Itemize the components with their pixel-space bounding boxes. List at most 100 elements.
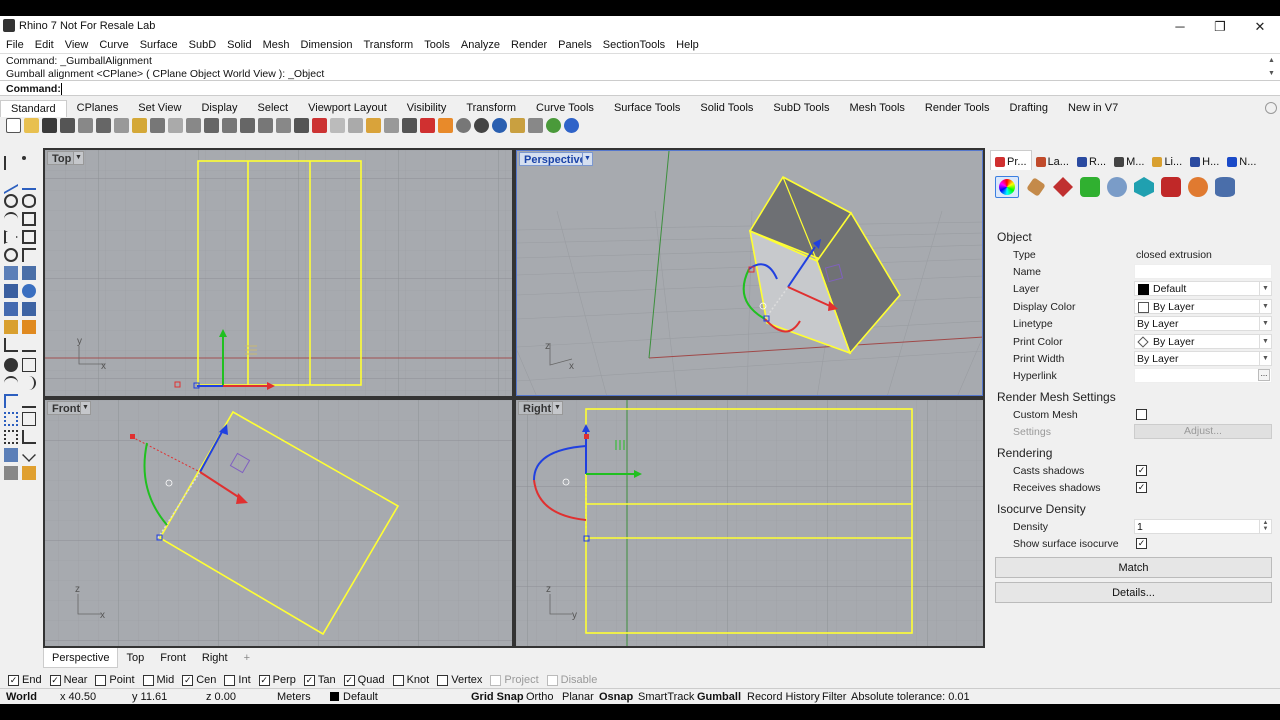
menu-curve[interactable]: Curve (94, 37, 133, 53)
select-arrow-icon[interactable] (4, 156, 18, 170)
zoom-icon[interactable] (204, 118, 219, 133)
status-smarttrack[interactable]: SmartTrack (638, 690, 694, 704)
osnap-int-checkbox[interactable] (224, 674, 236, 686)
move-icon[interactable] (4, 376, 18, 390)
four-viewports-icon[interactable] (294, 118, 309, 133)
osnap-knot-checkbox[interactable] (392, 674, 404, 686)
viewport-menu-chevron-icon[interactable]: ▼ (73, 151, 84, 165)
box-icon[interactable] (4, 284, 18, 298)
arc-icon[interactable] (4, 212, 18, 226)
sun-icon[interactable] (546, 118, 561, 133)
import-icon[interactable] (78, 118, 93, 133)
panel-tab-help[interactable]: H... (1186, 150, 1223, 170)
osnap-disable-checkbox[interactable] (546, 674, 558, 686)
osnap-near[interactable]: ✓ Near (49, 674, 87, 686)
tab-visibility[interactable]: Visibility (397, 100, 457, 117)
property-value[interactable]: By Layer (1153, 336, 1194, 348)
menu-sectiontools[interactable]: SectionTools (598, 37, 670, 53)
tab-display[interactable]: Display (191, 100, 247, 117)
analyze-icon[interactable] (4, 448, 18, 462)
toolbar-settings-icon[interactable] (1265, 102, 1277, 114)
light-icon[interactable] (366, 118, 381, 133)
osnap-quad[interactable]: ✓ Quad (343, 674, 385, 686)
chevron-down-icon[interactable]: ▼ (1259, 335, 1271, 348)
viewport-front[interactable]: z x Front ▼ (45, 400, 512, 646)
array-icon[interactable] (4, 412, 18, 426)
menu-edit[interactable]: Edit (30, 37, 59, 53)
osnap-cen-checkbox[interactable]: ✓ (182, 674, 194, 686)
mesh-icon[interactable] (4, 320, 18, 334)
material-icon[interactable] (1026, 177, 1046, 197)
loft-icon[interactable] (22, 266, 36, 280)
status-gumball[interactable]: Gumball (697, 690, 741, 704)
menu-render[interactable]: Render (506, 37, 552, 53)
status-units[interactable]: Meters (277, 690, 311, 704)
property-field-linetype[interactable]: By Layer ▼ (1134, 316, 1272, 331)
property-field-layer[interactable]: Default ▼ (1134, 281, 1272, 296)
property-value[interactable]: By Layer (1137, 353, 1178, 365)
osnap-point-checkbox[interactable] (95, 674, 107, 686)
osnap-point[interactable]: Point (95, 674, 135, 686)
property-field-display-color[interactable]: By Layer ▼ (1134, 299, 1272, 314)
options-icon[interactable] (528, 118, 543, 133)
tab-surface-tools[interactable]: Surface Tools (604, 100, 690, 117)
menu-view[interactable]: View (60, 37, 94, 53)
osnap-project[interactable]: Project (490, 674, 539, 686)
show-isocurve-checkbox[interactable]: ✓ (1136, 538, 1147, 549)
close-button[interactable]: ✕ (1240, 16, 1280, 37)
menu-subd[interactable]: SubD (184, 37, 222, 53)
chevron-down-icon[interactable]: ▼ (1259, 282, 1271, 295)
viewport-tab-top[interactable]: Top (118, 648, 152, 668)
osnap-disable[interactable]: Disable (546, 674, 597, 686)
layer-icon[interactable] (420, 118, 435, 133)
command-input[interactable] (61, 83, 1261, 95)
rendered-icon[interactable] (474, 118, 489, 133)
status-grid-snap[interactable]: Grid Snap (471, 690, 524, 704)
status-record-history[interactable]: Record History (747, 690, 820, 704)
panel-tab-materials[interactable]: M... (1110, 150, 1148, 170)
grid-array-icon[interactable] (4, 430, 18, 444)
osnap-end-checkbox[interactable]: ✓ (8, 674, 19, 686)
viewport-perspective[interactable]: z x Perspective ▼ (516, 150, 983, 396)
menu-dimension[interactable]: Dimension (296, 37, 358, 53)
osnap-perp[interactable]: ✓ Perp (258, 674, 296, 686)
tab-curve-tools[interactable]: Curve Tools (526, 100, 604, 117)
open-file-icon[interactable] (24, 118, 39, 133)
osnap-tan-checkbox[interactable]: ✓ (303, 674, 315, 686)
menu-help[interactable]: Help (671, 37, 704, 53)
tab-set-view[interactable]: Set View (128, 100, 191, 117)
tab-subd-tools[interactable]: SubD Tools (763, 100, 839, 117)
menu-file[interactable]: File (1, 37, 29, 53)
density-stepper[interactable]: ▲ ▼ (1259, 520, 1271, 533)
property-field-print-color[interactable]: By Layer ▼ (1134, 334, 1272, 349)
polyline-icon[interactable] (4, 171, 18, 195)
zoom-selected-icon[interactable] (258, 118, 273, 133)
osnap-tan[interactable]: ✓ Tan (303, 674, 336, 686)
viewport-tab-right[interactable]: Right (194, 648, 236, 668)
tab-select[interactable]: Select (248, 100, 299, 117)
tab-solid-tools[interactable]: Solid Tools (690, 100, 763, 117)
lock-icon[interactable] (402, 118, 417, 133)
tab-transform[interactable]: Transform (456, 100, 526, 117)
save-icon[interactable] (42, 118, 57, 133)
displacement-icon[interactable] (1107, 177, 1127, 197)
property-value[interactable]: Default (1153, 283, 1186, 295)
ellipse-icon[interactable] (22, 194, 36, 208)
maximize-button[interactable]: ❐ (1200, 16, 1240, 37)
tab-new-in-v7[interactable]: New in V7 (1058, 100, 1128, 117)
material-icon[interactable] (510, 118, 525, 133)
status-planar[interactable]: Planar (562, 690, 594, 704)
chevron-down-icon[interactable]: ▼ (1259, 300, 1271, 313)
tab-standard[interactable]: Standard (0, 100, 67, 117)
render-icon[interactable] (492, 118, 507, 133)
select-all-icon[interactable] (330, 118, 345, 133)
print-icon[interactable] (60, 118, 75, 133)
free-form-icon[interactable] (22, 230, 36, 244)
property-value[interactable]: By Layer (1137, 318, 1178, 330)
osnap-cen[interactable]: ✓ Cen (182, 674, 216, 686)
viewport-menu-chevron-icon[interactable]: ▼ (80, 401, 91, 415)
paint-icon[interactable] (22, 466, 36, 480)
undo-icon[interactable] (150, 118, 165, 133)
status-layer[interactable]: Default (343, 690, 378, 704)
offset-curve-icon[interactable] (4, 248, 18, 262)
